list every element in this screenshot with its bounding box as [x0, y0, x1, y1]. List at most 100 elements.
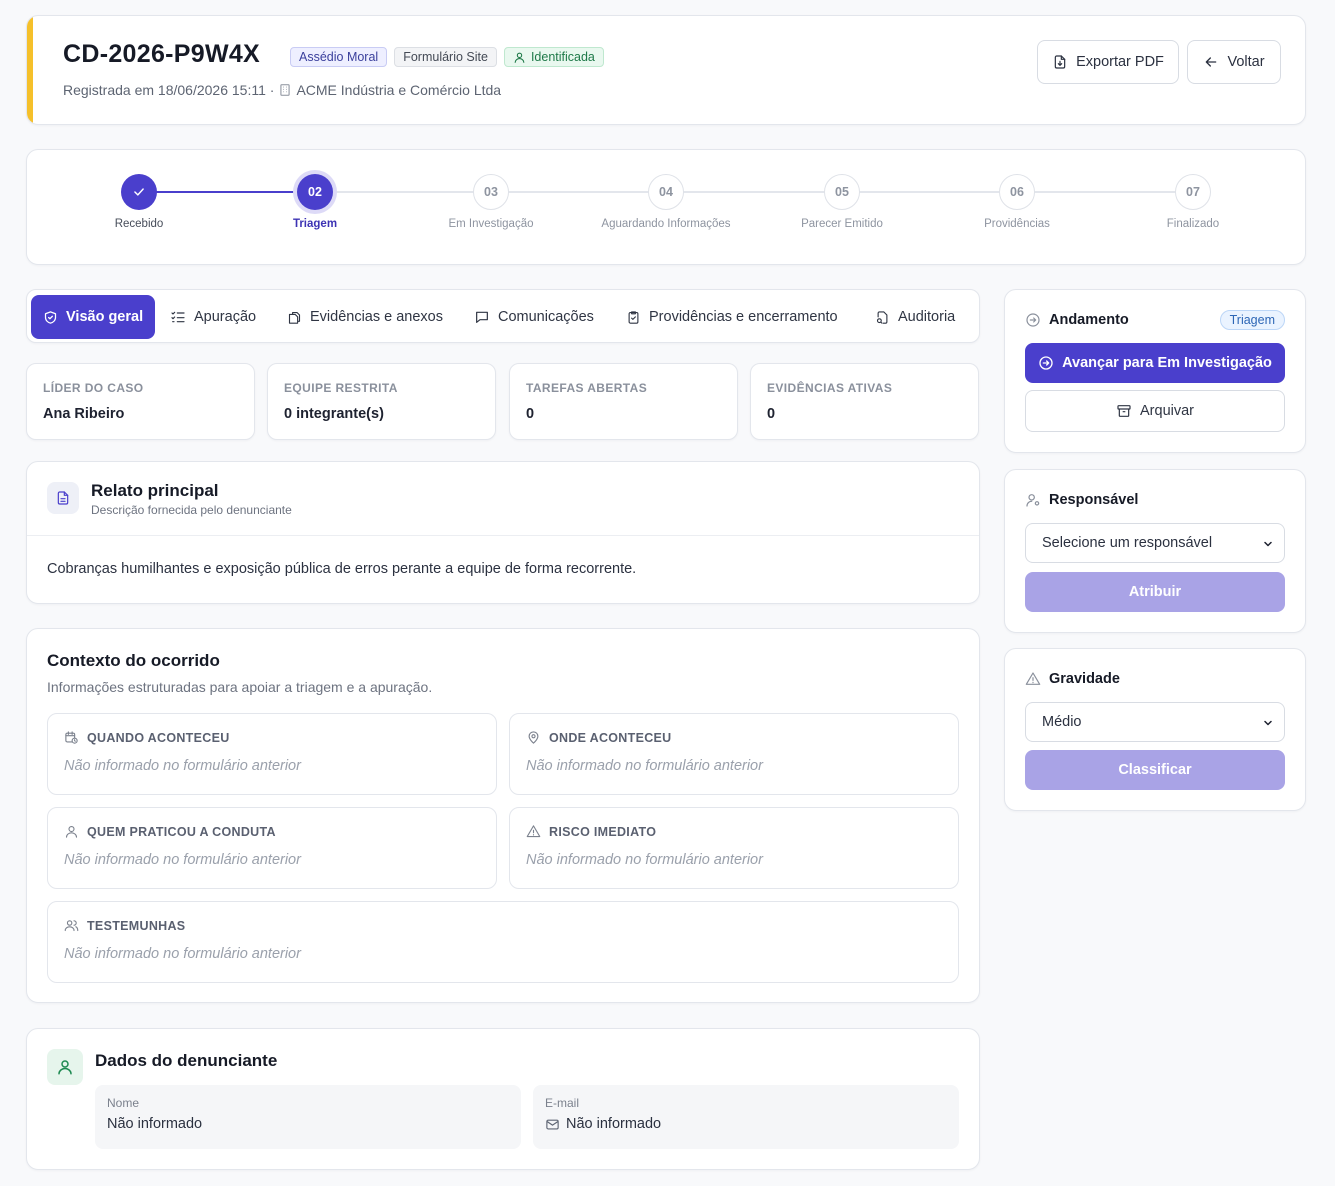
ctx-caption-text: QUEM PRATICOU A CONDUTA: [87, 824, 276, 839]
denunciante-name-field: Nome Não informado: [95, 1085, 521, 1149]
relato-subtitle: Descrição fornecida pelo denunciante: [91, 503, 292, 517]
stat-tarefas-abertas: TAREFAS ABERTAS 0: [509, 363, 738, 440]
step-label: Parecer Emitido: [801, 218, 883, 230]
field-value: Não informado: [566, 1116, 662, 1132]
archive-icon: [1117, 405, 1131, 417]
case-badges: Assédio Moral Formulário Site Identifica…: [290, 47, 604, 67]
ctx-caption: ONDE ACONTECEU: [526, 730, 672, 745]
responsavel-header: Responsável: [1025, 492, 1138, 508]
arrow-left-icon: [1206, 57, 1217, 67]
step-label: Em Investigação: [448, 218, 534, 230]
responsavel-select-value: Selecione um responsável: [1042, 535, 1213, 551]
stat-equipe-restrita: EQUIPE RESTRITA 0 integrante(s): [267, 363, 496, 440]
user-icon: [65, 825, 78, 838]
tab-providencias[interactable]: Providências e encerramento: [614, 295, 850, 339]
building-icon: [280, 84, 291, 96]
responsavel-select[interactable]: Selecione um responsável: [1025, 523, 1285, 563]
export-pdf-label: Exportar PDF: [1076, 54, 1164, 70]
category-badge: Assédio Moral: [290, 47, 388, 67]
stat-caption: LÍDER DO CASO: [43, 381, 144, 395]
header-accent-bar: [27, 16, 33, 124]
user-icon: [514, 52, 525, 63]
denunciante-email-field: E-mail Não informado: [533, 1085, 959, 1149]
tab-auditoria[interactable]: Auditoria: [863, 295, 967, 339]
shield-check-icon: [44, 310, 57, 324]
step-aguardando-informacoes: 04 Aguardando Informações: [586, 174, 746, 230]
advance-stage-button[interactable]: Avançar para Em Investigação: [1025, 343, 1285, 383]
contexto-subtitle: Informações estruturadas para apoiar a t…: [47, 679, 433, 695]
circle-arrow-right-icon: [1039, 356, 1053, 370]
step-check-icon: [121, 174, 157, 210]
export-pdf-button[interactable]: Exportar PDF: [1037, 40, 1179, 84]
warning-icon: [526, 825, 541, 838]
field-value: Não informado: [107, 1116, 203, 1132]
status-badge: Triagem: [1219, 310, 1285, 330]
denunciante-card: Dados do denunciante Nome Não informado …: [26, 1028, 980, 1170]
classify-label: Classificar: [1118, 762, 1192, 778]
tab-visao-geral[interactable]: Visão geral: [31, 295, 156, 339]
ctx-caption-text: QUANDO ACONTECEU: [87, 730, 230, 745]
stat-caption: EVIDÊNCIAS ATIVAS: [767, 381, 893, 395]
tab-evidencias[interactable]: Evidências e anexos: [275, 295, 455, 339]
archive-label: Arquivar: [1140, 403, 1194, 419]
tab-comunicacoes[interactable]: Comunicações: [462, 295, 606, 339]
step-label: Aguardando Informações: [601, 218, 731, 230]
chevron-down-icon: [1264, 720, 1272, 726]
tab-apuracao[interactable]: Apuração: [158, 295, 268, 339]
clipboard-check-icon: [628, 310, 639, 324]
advance-stage-label: Avançar para Em Investigação: [1062, 355, 1272, 371]
responsavel-title: Responsável: [1049, 492, 1139, 508]
document-icon: [47, 482, 79, 514]
relato-title: Relato principal: [91, 481, 219, 500]
ctx-quem: QUEM PRATICOU A CONDUTA Não informado no…: [47, 807, 497, 889]
relato-card: Relato principal Descrição fornecida pel…: [26, 461, 980, 604]
ctx-risco: RISCO IMEDIATO Não informado no formulár…: [509, 807, 959, 889]
chevron-down-icon: [1264, 541, 1272, 547]
ctx-value: Não informado no formulário anterior: [64, 946, 301, 962]
case-tabs: Visão geral Apuração Evidências e anexos…: [26, 289, 980, 343]
map-pin-icon: [528, 731, 539, 744]
back-button[interactable]: Voltar: [1187, 40, 1281, 84]
stat-caption: TAREFAS ABERTAS: [526, 381, 648, 395]
step-label: Finalizado: [1166, 218, 1220, 230]
mail-icon: [546, 1119, 559, 1129]
assign-button[interactable]: Atribuir: [1025, 572, 1285, 612]
ctx-caption: RISCO IMEDIATO: [526, 824, 656, 839]
ctx-caption: QUEM PRATICOU A CONDUTA: [64, 824, 276, 839]
ctx-quando: QUANDO ACONTECEU Não informado no formul…: [47, 713, 497, 795]
archive-button[interactable]: Arquivar: [1025, 390, 1285, 432]
step-providencias: 06 Providências: [937, 174, 1097, 230]
user-cog-icon: [1026, 494, 1040, 507]
divider: [27, 535, 979, 536]
stat-value: 0: [767, 406, 776, 422]
gravidade-select-value: Médio: [1042, 714, 1082, 730]
step-label: Recebido: [114, 218, 164, 230]
ctx-value: Não informado no formulário anterior: [526, 758, 763, 774]
responsavel-card: Responsável Selecione um responsável Atr…: [1004, 469, 1306, 633]
list-checks-icon: [171, 311, 185, 323]
file-audit-icon: [876, 310, 888, 324]
gravidade-title: Gravidade: [1049, 671, 1120, 687]
tab-label: Comunicações: [498, 309, 594, 325]
tab-label: Visão geral: [66, 309, 144, 325]
stat-value: 0 integrante(s): [284, 406, 384, 422]
case-header: CD-2026-P9W4X Assédio Moral Formulário S…: [26, 15, 1306, 125]
stat-value: Ana Ribeiro: [43, 406, 125, 422]
ctx-onde: ONDE ACONTECEU Não informado no formulár…: [509, 713, 959, 795]
stat-evidencias-ativas: EVIDÊNCIAS ATIVAS 0: [750, 363, 979, 440]
back-label: Voltar: [1227, 54, 1265, 70]
ctx-caption-text: ONDE ACONTECEU: [549, 730, 672, 745]
gravidade-select[interactable]: Médio: [1025, 702, 1285, 742]
field-caption: E-mail: [545, 1096, 580, 1110]
classify-button[interactable]: Classificar: [1025, 750, 1285, 790]
identified-badge: Identificada: [503, 47, 604, 67]
ctx-value: Não informado no formulário anterior: [64, 758, 301, 774]
andamento-title: Andamento: [1049, 312, 1129, 328]
step-em-investigacao: 03 Em Investigação: [411, 174, 571, 230]
contexto-title: Contexto do ocorrido: [47, 651, 220, 670]
andamento-card: Andamento Triagem Avançar para Em Invest…: [1004, 289, 1306, 453]
company-name: ACME Indústria e Comércio Ltda: [296, 82, 502, 98]
circle-arrow-right-icon: [1026, 313, 1040, 327]
ctx-value: Não informado no formulário anterior: [64, 852, 301, 868]
files-icon: [288, 311, 301, 324]
